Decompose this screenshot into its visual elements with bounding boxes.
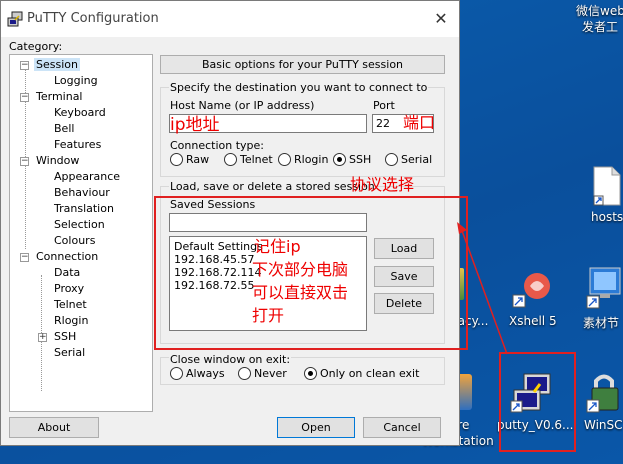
radio-ssh[interactable] [333, 153, 346, 166]
tree-item-window[interactable]: Window [36, 154, 79, 167]
destination-group-label: Specify the destination you want to conn… [169, 81, 429, 94]
tree-item-proxy[interactable]: Proxy [54, 282, 84, 295]
tree-item-session[interactable]: Session [34, 58, 80, 71]
xshell-icon[interactable] [512, 270, 552, 310]
cancel-button[interactable]: Cancel [363, 417, 441, 438]
tree-item-connection[interactable]: Connection [36, 250, 98, 263]
saved-sessions-highlight [154, 196, 468, 350]
putty-icon-highlight [499, 352, 576, 452]
tree-item-appearance[interactable]: Appearance [54, 170, 120, 183]
monitor-app-icon[interactable] [586, 266, 622, 310]
radio-always-label: Always [186, 367, 225, 380]
category-label: Category: [9, 40, 63, 53]
radio-serial-label: Serial [401, 153, 433, 166]
tree-item-behaviour[interactable]: Behaviour [54, 186, 110, 199]
annotation-arrow [457, 222, 508, 355]
annotation-port: 端口 [403, 113, 436, 132]
tree-item-translation[interactable]: Translation [54, 202, 114, 215]
radio-telnet[interactable] [224, 153, 237, 166]
tree-item-telnet[interactable]: Telnet [54, 298, 87, 311]
tree-item-data[interactable]: Data [54, 266, 80, 279]
xshell-label: Xshell 5 [509, 314, 557, 328]
category-tree[interactable]: − Session Logging − Terminal Keyboard Be… [9, 54, 153, 412]
winscp-lock-icon[interactable] [586, 370, 622, 414]
tree-item-terminal[interactable]: Terminal [36, 90, 83, 103]
radio-never-label: Never [254, 367, 287, 380]
annotation-protocol: 协议选择 [350, 175, 415, 194]
tree-item-colours[interactable]: Colours [54, 234, 95, 247]
radio-only-clean-exit-label: Only on clean exit [320, 367, 420, 380]
window-title: PuTTY Configuration [27, 11, 159, 26]
close-exit-label: Close window on exit: [169, 353, 292, 366]
hosts-label: hosts [591, 210, 623, 224]
tree-item-logging[interactable]: Logging [54, 74, 98, 87]
sessions-group-label: Load, save or delete a stored session [169, 180, 376, 193]
desktop-text-weixin-line2: 发者工 [582, 20, 619, 34]
radio-serial[interactable] [385, 153, 398, 166]
connection-collapse-icon[interactable]: − [20, 253, 29, 262]
radio-raw-label: Raw [186, 153, 210, 166]
port-label: Port [373, 99, 395, 112]
close-icon[interactable]: ✕ [431, 9, 451, 29]
tree-item-bell[interactable]: Bell [54, 122, 74, 135]
panel-header: Basic options for your PuTTY session [160, 55, 445, 74]
radio-never[interactable] [238, 367, 251, 380]
putty-app-icon [7, 11, 23, 27]
open-button[interactable]: Open [277, 417, 355, 438]
window-collapse-icon[interactable]: − [20, 157, 29, 166]
tree-item-serial[interactable]: Serial [54, 346, 85, 359]
about-button[interactable]: About [9, 417, 99, 438]
tree-item-selection[interactable]: Selection [54, 218, 105, 231]
ssh-expand-icon[interactable]: + [38, 333, 47, 342]
radio-rlogin-label: Rlogin [294, 153, 329, 166]
annotation-ip-address: ip地址 [170, 115, 220, 135]
desktop-text-weixin-line1: 微信web [576, 4, 623, 18]
tree-item-rlogin[interactable]: Rlogin [54, 314, 88, 327]
radio-only-clean-exit[interactable] [304, 367, 317, 380]
session-collapse-icon[interactable]: − [20, 61, 29, 70]
title-bar[interactable]: PuTTY Configuration ✕ [1, 1, 459, 37]
tree-item-features[interactable]: Features [54, 138, 101, 151]
tree-item-ssh[interactable]: SSH [54, 330, 76, 343]
sucai-label: 素材节 [583, 316, 620, 330]
hosts-file-icon[interactable] [592, 166, 622, 206]
terminal-collapse-icon[interactable]: − [20, 93, 29, 102]
radio-always[interactable] [170, 367, 183, 380]
winscp-label: WinSC [584, 418, 623, 432]
radio-rlogin[interactable] [278, 153, 291, 166]
radio-telnet-label: Telnet [240, 153, 273, 166]
radio-ssh-label: SSH [349, 153, 372, 166]
radio-raw[interactable] [170, 153, 183, 166]
connection-type-label: Connection type: [170, 139, 265, 152]
tree-item-keyboard[interactable]: Keyboard [54, 106, 106, 119]
